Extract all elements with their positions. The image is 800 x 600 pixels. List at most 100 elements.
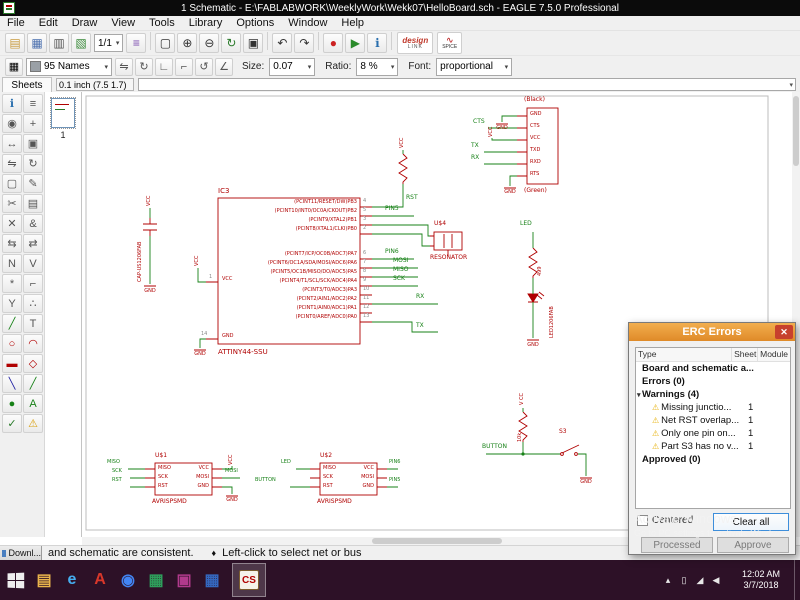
display-tool[interactable]: ≡ [23,94,43,113]
network-icon[interactable]: ◢ [692,575,708,586]
column-type[interactable]: Type [636,348,733,361]
board-button[interactable]: ▧ [71,33,91,53]
approve-button[interactable]: Approve [717,537,789,553]
taskbar-clock[interactable]: 12:02 AM 3/7/2018 [732,569,790,591]
menu-library[interactable]: Library [182,17,230,29]
show-tool[interactable]: ◉ [2,114,22,133]
zoom-fit-button[interactable]: ▢ [155,33,176,53]
add-tool[interactable]: & [23,214,43,233]
wire-tool[interactable]: ╱ [2,314,22,333]
cut-tool[interactable]: ✂ [2,194,22,213]
bus-tool[interactable]: ╲ [2,374,22,393]
save-button[interactable]: ▦ [27,33,47,53]
change-tool[interactable]: ✎ [23,174,43,193]
sheet-thumbnail[interactable] [50,97,76,129]
show-desktop-button[interactable] [794,560,800,600]
ratio-combo[interactable]: 8 % ▾ [356,57,399,76]
clear-all-button[interactable]: Clear all [713,513,789,531]
stop-button[interactable]: ● [323,33,344,53]
net-tool[interactable]: ╱ [23,374,43,393]
erc-row[interactable]: ⚠ Only one pin on... 1 [636,427,790,440]
arc-tool[interactable]: ◠ [23,334,43,353]
show-hidden-icons-icon[interactable]: ▴ [660,575,676,586]
text-tool[interactable]: T [23,314,43,333]
mirror-tool[interactable]: ⇋ [2,154,22,173]
erc-row[interactable]: ▾ Warnings (4) [636,388,790,401]
processed-button[interactable]: Processed [641,537,713,553]
circle-tool[interactable]: ○ [2,334,22,353]
designlink-button[interactable]: design LINK [397,32,434,54]
info-tool[interactable]: ℹ [2,94,22,113]
label-tool[interactable]: A [23,394,43,413]
smash-tool[interactable]: * [2,274,22,293]
print-button[interactable]: ▥ [49,33,69,53]
replace-tool[interactable]: ⇄ [23,234,43,253]
paste-tool[interactable]: ▤ [23,194,43,213]
taskbar-icon-calculator[interactable]: ▦ [198,560,226,600]
taskbar-icon-internet-explorer[interactable]: e [58,560,86,600]
angle-right-button[interactable]: ∟ [155,57,173,76]
minimized-download-window[interactable]: Downl... [0,545,42,561]
command-line-input[interactable]: ▾ [138,78,796,91]
miter-tool[interactable]: ⌐ [23,274,43,293]
go-button[interactable]: ▶ [345,33,366,53]
value-tool[interactable]: V [23,254,43,273]
info-button[interactable]: ℹ [367,33,388,53]
erc-row[interactable]: Board and schematic a... [636,362,790,375]
sheet-selector-combo[interactable]: 1/1 ▾ [94,34,124,52]
volume-icon[interactable]: ◀ [708,575,724,586]
erc-row[interactable]: ⚠ Missing junctio... 1 [636,401,790,414]
name-tool[interactable]: N [2,254,22,273]
mirror-button[interactable]: ⇋ [115,57,133,76]
font-combo[interactable]: proportional ▾ [436,57,513,76]
size-combo[interactable]: 0.07 ▾ [269,57,316,76]
start-button[interactable] [0,560,30,600]
polygon-tool[interactable]: ◇ [23,354,43,373]
angle-button[interactable]: ∠ [215,57,233,76]
mark-tool[interactable]: + [23,114,43,133]
zoom-in-button[interactable]: ⊕ [177,33,198,53]
open-folder-button[interactable]: ▤ [5,33,25,53]
tab-sheets[interactable]: Sheets [2,77,52,92]
menu-view[interactable]: View [104,17,142,29]
column-module[interactable]: Module [758,348,790,361]
menu-window[interactable]: Window [281,17,334,29]
column-sheet[interactable]: Sheet [732,348,759,361]
invoke-tool[interactable]: ∴ [23,294,43,313]
checkbox-icon[interactable] [637,515,648,526]
close-icon[interactable]: ✕ [775,325,793,339]
taskbar-icon-chrome[interactable]: ◉ [114,560,142,600]
scrollbar-thumb[interactable] [372,538,502,544]
menu-draw[interactable]: Draw [65,17,105,29]
menu-tools[interactable]: Tools [142,17,182,29]
spin-button[interactable]: ↺ [195,57,213,76]
erc-row[interactable]: Errors (0) [636,375,790,388]
scrollbar-thumb[interactable] [793,96,799,166]
move-tool[interactable]: ↔ [2,134,22,153]
erc-tool[interactable]: ✓ [2,414,22,433]
display-layers-button[interactable]: ≡ [126,33,147,53]
undo-button[interactable]: ↶ [272,33,293,53]
taskbar-icon-photos[interactable]: ▣ [170,560,198,600]
junction-tool[interactable]: ● [2,394,22,413]
copy-tool[interactable]: ▣ [23,134,43,153]
menu-help[interactable]: Help [334,17,371,29]
grid-button[interactable]: ▦ [5,57,23,76]
redo-button[interactable]: ↷ [294,33,315,53]
rotate-button[interactable]: ↻ [135,57,153,76]
battery-icon[interactable]: ▯ [676,575,692,586]
menu-file[interactable]: File [0,17,32,29]
delete-tool[interactable]: ✕ [2,214,22,233]
pinswap-tool[interactable]: ⇆ [2,234,22,253]
zoom-select-button[interactable]: ▣ [243,33,264,53]
erc-row[interactable]: ⚠ Part S3 has no v... 1 [636,440,790,453]
zoom-out-button[interactable]: ⊖ [199,33,220,53]
expander-icon[interactable]: ▾ [637,391,641,399]
taskbar-icon-adobe-reader[interactable]: A [86,560,114,600]
erc-dialog-titlebar[interactable]: ERC Errors ✕ [629,323,795,341]
menu-edit[interactable]: Edit [32,17,65,29]
taskbar-icon-excel[interactable]: ▦ [142,560,170,600]
rect-tool[interactable]: ▬ [2,354,22,373]
layer-combo[interactable]: 95 Names ▾ [26,57,112,76]
menu-options[interactable]: Options [229,17,281,29]
